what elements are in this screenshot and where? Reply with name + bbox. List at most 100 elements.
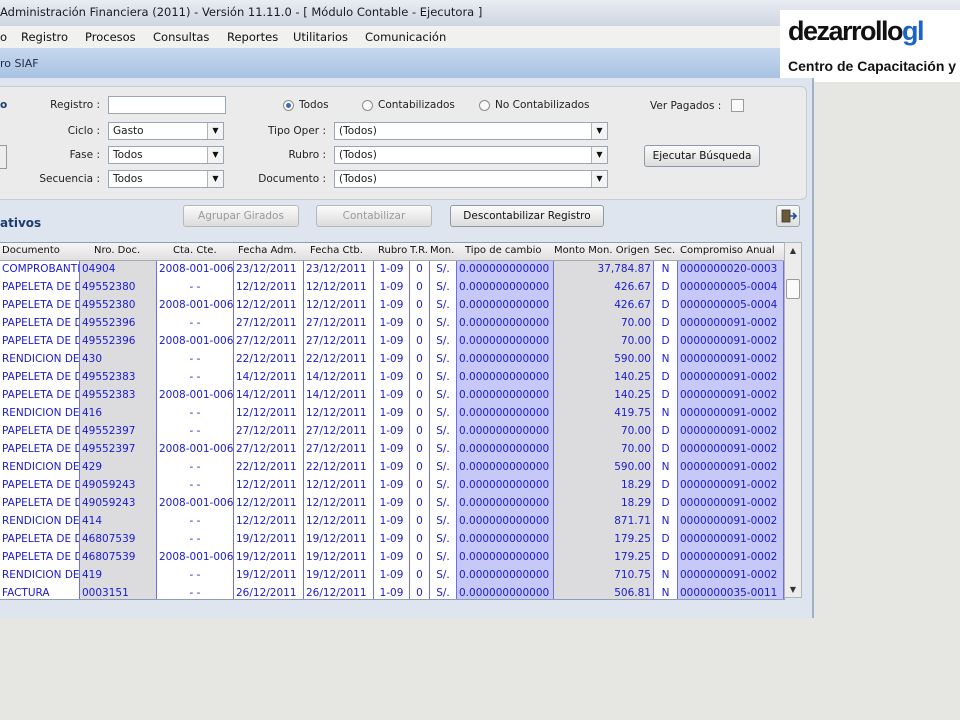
table-cell: 37,784.87: [554, 261, 654, 279]
scroll-thumb[interactable]: [786, 279, 800, 299]
menu-item-comunicacion[interactable]: Comunicación: [365, 30, 446, 44]
table-row[interactable]: PAPELETA DE D 49059243- -12/12/2011 12/12/…: [0, 477, 784, 495]
tipo-oper-select[interactable]: (Todos) ▼: [334, 122, 608, 140]
column-header[interactable]: Documento: [2, 245, 80, 256]
table-cell: PAPELETA DE D: [0, 333, 80, 351]
table-cell: - -: [157, 369, 234, 387]
table-cell: 1-09: [374, 585, 410, 599]
column-header[interactable]: Fecha Ctb.: [310, 245, 374, 256]
side-button[interactable]: [0, 145, 7, 169]
table-cell: 0: [410, 531, 430, 549]
radio-no-contabilizados[interactable]: [479, 100, 490, 111]
table-cell: 12/12/2011: [304, 513, 374, 531]
table-cell: COMPROBANTE: [0, 261, 80, 279]
table-cell: 12/12/2011: [234, 495, 304, 513]
table-row[interactable]: FACTURA 0003151- -26/12/2011 26/12/2011 1-0…: [0, 585, 784, 599]
table-cell: - -: [157, 567, 234, 585]
menu-item-utilitarios[interactable]: Utilitarios: [293, 30, 348, 44]
table-row[interactable]: PAPELETA DE D 49552396 2008-001-006 27/12/2…: [0, 333, 784, 351]
table-cell: PAPELETA DE D: [0, 549, 80, 567]
table-cell: S/.: [430, 585, 457, 599]
chevron-down-icon[interactable]: ▼: [207, 123, 223, 139]
registro-input[interactable]: [108, 96, 226, 114]
table-row[interactable]: PAPELETA DE D 46807539 2008-001-006 19/12/2…: [0, 549, 784, 567]
table-cell: 0.000000000000: [457, 513, 554, 531]
table-cell: S/.: [430, 477, 457, 495]
chevron-down-icon[interactable]: ▼: [591, 123, 607, 139]
table-cell: 0000000005-0004: [678, 297, 784, 315]
table-row[interactable]: PAPELETA DE D 49552380 2008-001-006 12/12/2…: [0, 297, 784, 315]
menu-item-consultas[interactable]: Consultas: [153, 30, 209, 44]
table-cell: 0.000000000000: [457, 531, 554, 549]
menu-item-registro[interactable]: Registro: [21, 30, 68, 44]
contabilizar-button[interactable]: Contabilizar: [316, 205, 432, 227]
ver-pagados-checkbox[interactable]: [731, 99, 744, 112]
menu-item-reportes[interactable]: Reportes: [227, 30, 278, 44]
table-row[interactable]: RENDICION DE 416- -12/12/2011 12/12/2011 1-…: [0, 405, 784, 423]
column-header[interactable]: Cta. Cte.: [173, 245, 234, 256]
chevron-down-icon[interactable]: ▼: [207, 147, 223, 163]
table-row[interactable]: PAPELETA DE D 46807539- -19/12/2011 19/12/…: [0, 531, 784, 549]
agrupar-girados-button[interactable]: Agrupar Girados: [183, 205, 299, 227]
table-row[interactable]: PAPELETA DE D 49552396- -27/12/2011 27/12/…: [0, 315, 784, 333]
documento-select[interactable]: (Todos) ▼: [334, 170, 608, 188]
table-cell: 0.000000000000: [457, 387, 554, 405]
table-row[interactable]: RENDICION DE 419- -19/12/2011 19/12/2011 1-…: [0, 567, 784, 585]
table-cell: 14/12/2011: [234, 369, 304, 387]
table-row[interactable]: RENDICION DE 414- -12/12/2011 12/12/2011 1-…: [0, 513, 784, 531]
table-cell: RENDICION DE: [0, 405, 80, 423]
column-header[interactable]: Fecha Adm.: [238, 245, 304, 256]
logo-accent: gl: [902, 16, 925, 46]
table-cell: 590.00: [554, 459, 654, 477]
agrupar-girados-label: Agrupar Girados: [198, 210, 284, 222]
ciclo-select[interactable]: Gasto ▼: [108, 122, 224, 140]
tipo-oper-label: Tipo Oper :: [267, 125, 326, 137]
column-header[interactable]: Mon.: [430, 245, 457, 256]
vertical-scrollbar[interactable]: ▲ ▼: [784, 242, 802, 598]
ejecutar-busqueda-button[interactable]: Ejecutar Búsqueda: [644, 145, 760, 167]
table-row[interactable]: PAPELETA DE D 49552397 2008-001-006 27/12/2…: [0, 441, 784, 459]
rubro-select[interactable]: (Todos) ▼: [334, 146, 608, 164]
fase-select[interactable]: Todos ▼: [108, 146, 224, 164]
exit-button[interactable]: [776, 205, 800, 227]
column-header[interactable]: Monto Mon. Origen: [554, 245, 654, 256]
table-row[interactable]: PAPELETA DE D 49552380- -12/12/2011 12/12/…: [0, 279, 784, 297]
table-cell: 19/12/2011: [234, 531, 304, 549]
column-header[interactable]: Rubro: [378, 245, 410, 256]
column-header[interactable]: T.R.: [410, 245, 430, 256]
radio-todos[interactable]: [283, 100, 294, 111]
table-cell: 710.75: [554, 567, 654, 585]
table-row[interactable]: RENDICION DE 429- -22/12/2011 22/12/2011 1-…: [0, 459, 784, 477]
chevron-down-icon[interactable]: ▼: [591, 171, 607, 187]
scroll-up-icon[interactable]: ▲: [785, 246, 801, 255]
column-header[interactable]: Nro. Doc.: [94, 245, 157, 256]
table-row[interactable]: PAPELETA DE D 49552383 2008-001-006 14/12/2…: [0, 387, 784, 405]
column-header[interactable]: Compromiso Anual: [680, 245, 784, 256]
chevron-down-icon[interactable]: ▼: [591, 147, 607, 163]
table-cell: 23/12/2011: [234, 261, 304, 279]
menu-item-procesos[interactable]: Procesos: [85, 30, 136, 44]
table-cell: 0.000000000000: [457, 423, 554, 441]
registro-label: Registro :: [50, 99, 100, 111]
table-row[interactable]: PAPELETA DE D 49552383- -14/12/2011 14/12/…: [0, 369, 784, 387]
table-row[interactable]: PAPELETA DE D 49059243 2008-001-006 12/12/2…: [0, 495, 784, 513]
table-cell: 12/12/2011: [304, 477, 374, 495]
descontabilizar-registro-button[interactable]: Descontabilizar Registro: [450, 205, 604, 227]
table-cell: 140.25: [554, 369, 654, 387]
menu-item-0[interactable]: o: [0, 30, 7, 44]
radio-contabilizados[interactable]: [362, 100, 373, 111]
table-row[interactable]: COMPROBANTE 04904 2008-001-006 23/12/2011 23…: [0, 261, 784, 279]
table-cell: 14/12/2011: [304, 369, 374, 387]
table-cell: 0000000005-0004: [678, 279, 784, 297]
table-row[interactable]: PAPELETA DE D 49552397- -27/12/2011 27/12/…: [0, 423, 784, 441]
column-header[interactable]: Sec.: [654, 245, 678, 256]
secuencia-select[interactable]: Todos ▼: [108, 170, 224, 188]
table-cell: 1-09: [374, 567, 410, 585]
chevron-down-icon[interactable]: ▼: [207, 171, 223, 187]
scroll-down-icon[interactable]: ▼: [785, 585, 801, 594]
column-header[interactable]: Tipo de cambio: [465, 245, 554, 256]
table-row[interactable]: RENDICION DE 430- -22/12/2011 22/12/2011 1-…: [0, 351, 784, 369]
door-exit-icon: [781, 209, 798, 223]
table-cell: 12/12/2011: [304, 405, 374, 423]
table-cell: 0: [410, 423, 430, 441]
